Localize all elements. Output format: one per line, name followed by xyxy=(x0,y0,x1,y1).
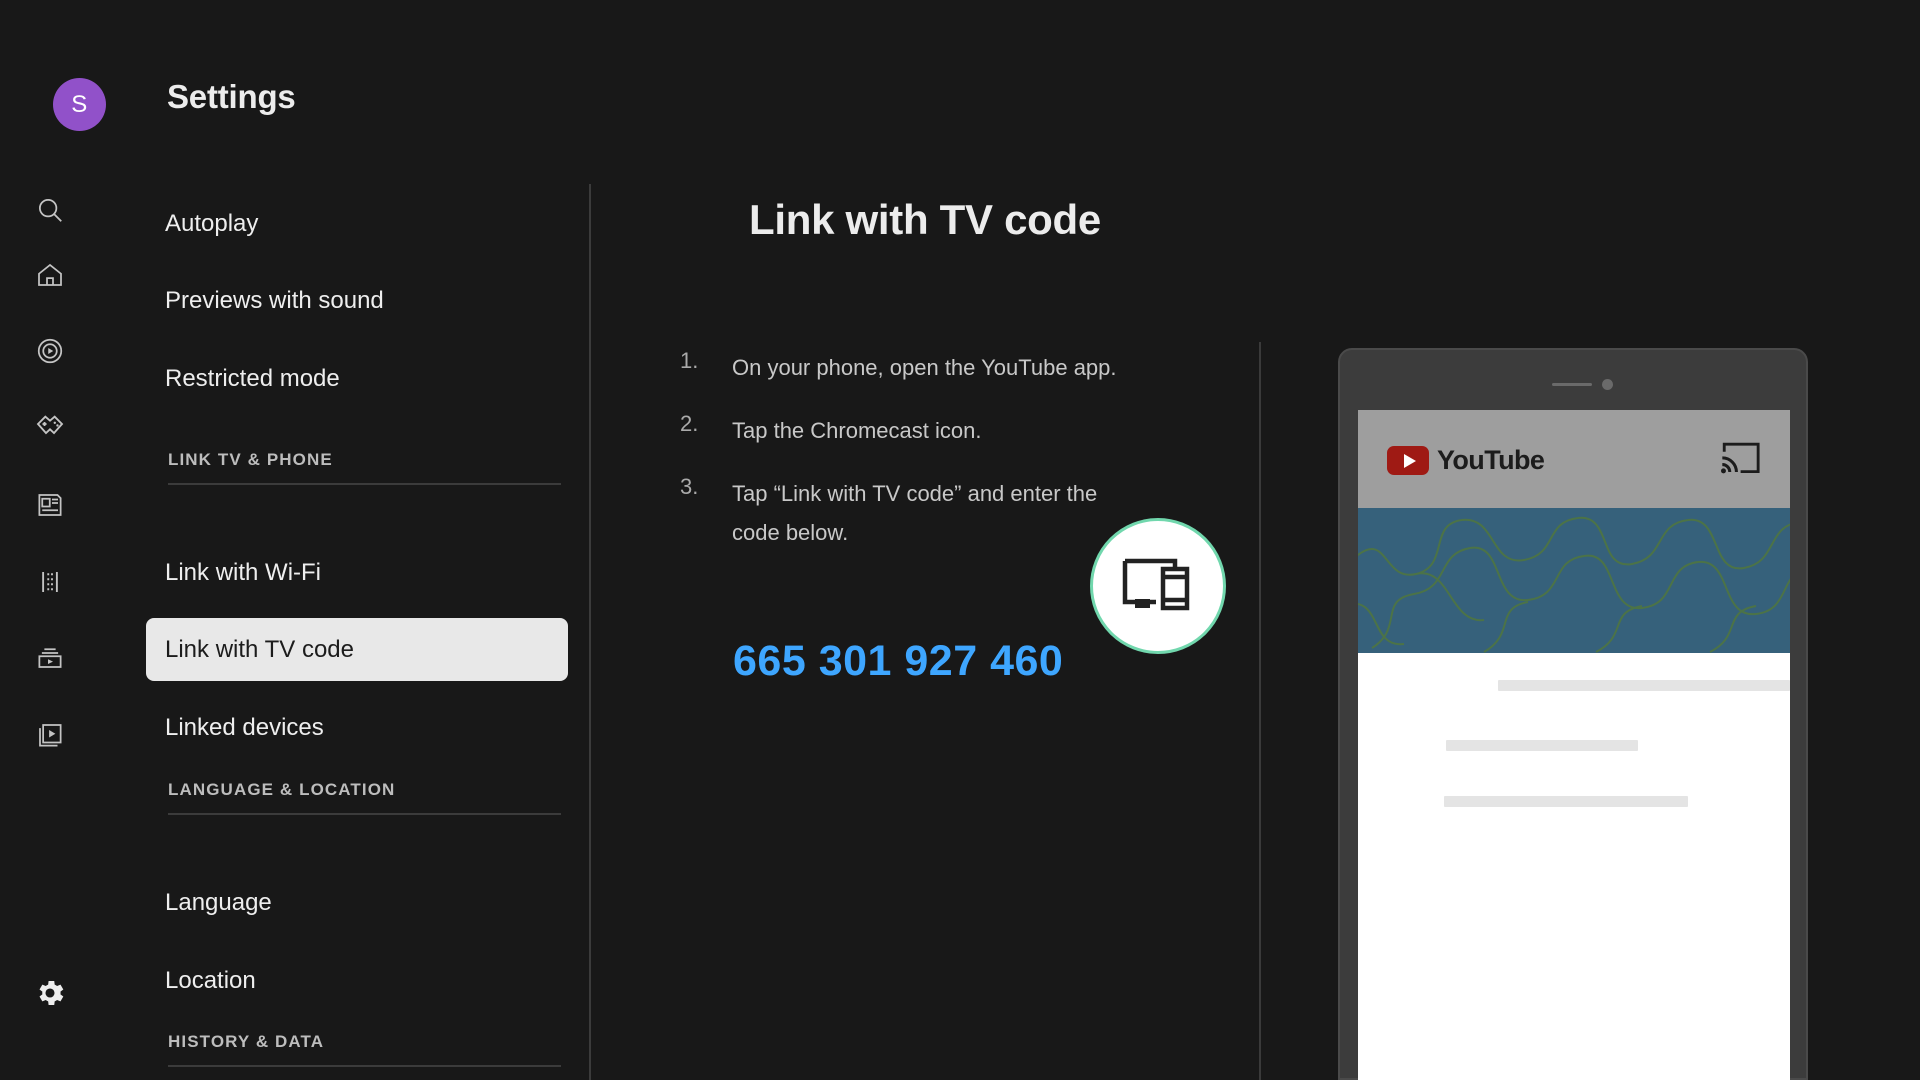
phone-illustration: YouTube xyxy=(1090,348,1808,1080)
step-text: On your phone, open the YouTube app. xyxy=(732,355,1117,380)
subscriptions-icon[interactable] xyxy=(0,628,100,688)
section-rule xyxy=(168,1065,561,1067)
youtube-play-icon xyxy=(1387,446,1429,475)
search-icon[interactable] xyxy=(0,180,100,240)
avatar[interactable]: S xyxy=(53,78,106,131)
sidebar-item-previews-with-sound[interactable]: Previews with sound xyxy=(146,269,568,332)
section-rule xyxy=(168,813,561,815)
youtube-wordmark: YouTube xyxy=(1437,445,1545,475)
phone-app-bar: YouTube xyxy=(1358,410,1790,508)
sidebar-item-link-with-wifi[interactable]: Link with Wi-Fi xyxy=(146,541,568,604)
video-thumbnail xyxy=(1358,508,1790,653)
content-divider xyxy=(1259,342,1261,1080)
phone-screen: YouTube xyxy=(1358,410,1790,1080)
sidebar-item-restricted-mode[interactable]: Restricted mode xyxy=(146,347,568,410)
sidebar-divider xyxy=(589,184,591,1080)
sidebar-item-language[interactable]: Language xyxy=(146,871,568,934)
main-heading: Link with TV code xyxy=(749,196,1101,243)
section-rule xyxy=(168,483,561,485)
film-strip-icon[interactable] xyxy=(0,552,100,612)
placeholder-line xyxy=(1498,680,1790,691)
step-number: 3. xyxy=(680,474,699,499)
phone-speaker xyxy=(1552,383,1592,386)
step-number: 2. xyxy=(680,411,699,436)
link-tv-phone-icon-highlight[interactable] xyxy=(1090,518,1226,654)
gear-icon[interactable] xyxy=(0,963,100,1023)
instruction-list: 1. On your phone, open the YouTube app. … xyxy=(680,348,1150,552)
gaming-icon[interactable] xyxy=(0,398,100,458)
list-item: 3. Tap “Link with TV code” and enter the… xyxy=(680,474,1150,552)
placeholder-line xyxy=(1446,740,1638,751)
home-icon[interactable] xyxy=(0,245,100,305)
header: S Settings xyxy=(0,0,1920,180)
step-number: 1. xyxy=(680,348,699,373)
step-text: Tap the Chromecast icon. xyxy=(732,418,982,443)
tv-code-value: 665 301 927 460 xyxy=(733,637,1064,685)
avatar-initial: S xyxy=(71,90,88,118)
sidebar-item-linked-devices[interactable]: Linked devices xyxy=(146,696,568,759)
step-text: Tap “Link with TV code” and enter the co… xyxy=(732,481,1098,545)
chromecast-icon[interactable] xyxy=(1718,440,1764,485)
page-title: Settings xyxy=(167,78,296,115)
link-tv-phone-icon xyxy=(1122,558,1190,611)
section-header-link-tv-phone: LINK TV & PHONE xyxy=(168,450,333,469)
youtube-logo: YouTube xyxy=(1387,445,1545,476)
sidebar-item-autoplay[interactable]: Autoplay xyxy=(146,192,568,255)
phone-frame: YouTube xyxy=(1338,348,1808,1080)
list-item: 1. On your phone, open the YouTube app. xyxy=(680,348,1150,387)
trending-icon[interactable] xyxy=(0,321,100,381)
sidebar-item-link-with-tv-code[interactable]: Link with TV code xyxy=(146,618,568,681)
placeholder-line xyxy=(1444,796,1688,807)
icon-rail xyxy=(0,180,100,1080)
sidebar-item-location[interactable]: Location xyxy=(146,949,568,1012)
library-icon[interactable] xyxy=(0,705,100,765)
news-icon[interactable] xyxy=(0,475,100,535)
phone-camera xyxy=(1602,379,1613,390)
settings-screen: S Settings Autoplay Previews with sound … xyxy=(0,0,1920,1080)
section-header-history-data: HISTORY & DATA xyxy=(168,1032,325,1051)
section-header-language-location: LANGUAGE & LOCATION xyxy=(168,780,396,799)
list-item: 2. Tap the Chromecast icon. xyxy=(680,411,1150,450)
